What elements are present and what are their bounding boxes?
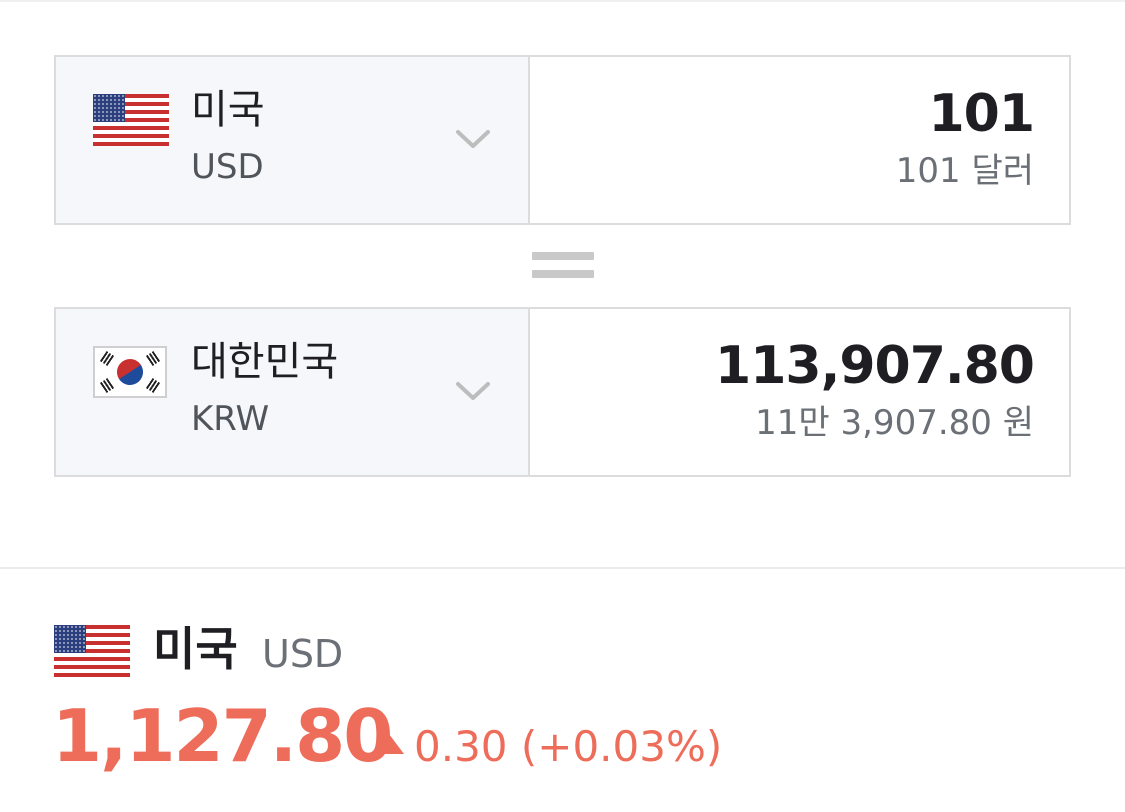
to-currency-code: KRW — [191, 399, 270, 439]
to-amount-value: 113,907.80 — [715, 336, 1035, 396]
from-amount-value: 101 — [928, 84, 1035, 144]
rate-change: 0.30 (+0.03%) — [414, 722, 723, 771]
to-amount-output[interactable]: 113,907.80 11만 3,907.80 원 — [530, 309, 1069, 475]
to-amount-text: 11만 3,907.80 원 — [755, 403, 1034, 443]
exchange-rate-value: 1,127.80 — [52, 694, 393, 778]
section-divider — [0, 567, 1125, 569]
triangle-up-icon — [374, 734, 404, 754]
from-country-name: 미국 — [191, 87, 265, 133]
equals-icon — [532, 252, 594, 282]
chevron-down-icon — [456, 130, 490, 148]
us-flag-icon — [93, 94, 169, 146]
chevron-down-icon — [456, 382, 490, 400]
rate-country-name: 미국 — [153, 622, 238, 676]
from-amount-input[interactable]: 101 101 달러 — [530, 57, 1069, 223]
to-currency-select[interactable]: 대한민국 KRW — [56, 309, 530, 475]
to-country-name: 대한민국 — [191, 339, 339, 385]
exchange-rate-calculator: 미국 USD 101 101 달러 대한민국 KRW 113,907.80 11… — [0, 0, 1125, 812]
from-currency-row: 미국 USD 101 101 달러 — [54, 55, 1071, 225]
to-currency-row: 대한민국 KRW 113,907.80 11만 3,907.80 원 — [54, 307, 1071, 477]
kr-flag-icon — [93, 346, 167, 398]
top-divider — [0, 0, 1125, 2]
us-flag-icon — [54, 625, 130, 677]
rate-currency-code: USD — [262, 632, 344, 676]
from-currency-select[interactable]: 미국 USD — [56, 57, 530, 223]
from-currency-code: USD — [191, 147, 264, 187]
from-amount-text: 101 달러 — [895, 151, 1034, 191]
